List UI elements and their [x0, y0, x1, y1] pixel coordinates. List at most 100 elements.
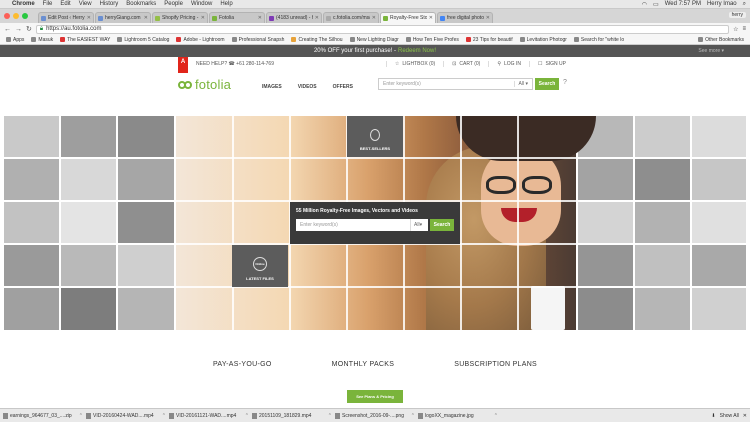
- signup-link[interactable]: ☐ SIGN UP: [528, 61, 574, 67]
- stock-thumbnail[interactable]: [4, 116, 59, 157]
- stock-thumbnail[interactable]: [692, 288, 746, 330]
- profile-button[interactable]: herry: [728, 12, 746, 18]
- bookmark[interactable]: Creating The Silhou: [289, 37, 344, 43]
- menu-people[interactable]: People: [164, 1, 183, 7]
- user-name[interactable]: Herry Imao: [707, 1, 737, 7]
- bookmark[interactable]: New Lighting Diagr: [348, 37, 401, 43]
- browser-tab[interactable]: herryGiang.com Site Overv✕: [95, 12, 151, 23]
- chevron-down-icon[interactable]: ⌃: [162, 413, 166, 419]
- tab-subscription-plans[interactable]: SUBSCRIPTION PLANS: [454, 361, 537, 368]
- menu-window[interactable]: Window: [191, 1, 212, 7]
- browser-tab[interactable]: (4183 unread) - herryGao✕: [266, 12, 322, 23]
- browser-tab-active[interactable]: Royalty-Free Stock Photos✕: [380, 12, 436, 23]
- stock-thumbnail[interactable]: [578, 288, 633, 330]
- menu-help[interactable]: Help: [220, 1, 232, 7]
- bookmark[interactable]: Masuk: [29, 37, 55, 43]
- stock-thumbnail[interactable]: [4, 245, 59, 286]
- stock-thumbnail[interactable]: [61, 245, 116, 286]
- stock-thumbnail[interactable]: [635, 288, 690, 330]
- hero-search-button[interactable]: Search: [430, 219, 454, 231]
- cart-link[interactable]: ⊡ CART (0): [443, 61, 488, 67]
- stock-thumbnail[interactable]: [61, 202, 116, 243]
- stock-thumbnail[interactable]: [118, 202, 174, 243]
- search-type-select[interactable]: All ▾: [513, 81, 532, 87]
- browser-tab[interactable]: Edit Post ‹ Herry Tjiang —✕: [38, 12, 94, 23]
- stock-thumbnail[interactable]: [578, 159, 633, 200]
- close-tab-icon[interactable]: ✕: [258, 15, 262, 21]
- stock-thumbnail[interactable]: [118, 245, 174, 286]
- login-link[interactable]: ⚲ LOG IN: [488, 61, 529, 67]
- menu-file[interactable]: File: [43, 1, 53, 7]
- lightbox-link[interactable]: ☆ LIGHTBOX (0): [385, 61, 443, 67]
- bookmark[interactable]: Lightroom 5 Catalog: [115, 37, 171, 43]
- other-bookmarks[interactable]: Other Bookmarks: [696, 37, 746, 43]
- chevron-down-icon[interactable]: ⌃: [328, 413, 332, 419]
- latest-files-tile[interactable]: Online LATEST FILES: [232, 245, 288, 287]
- see-more-link[interactable]: See more ▾: [698, 48, 724, 54]
- menu-icon[interactable]: ≡: [742, 26, 746, 32]
- show-all-downloads[interactable]: ⬇ Show All ✕: [711, 413, 747, 419]
- battery-icon[interactable]: ▭: [653, 1, 659, 8]
- best-sellers-tile[interactable]: BEST-SELLERS: [347, 116, 403, 157]
- header-search-input[interactable]: Enter keyword(s) All ▾: [378, 78, 533, 90]
- chevron-down-icon[interactable]: ⌃: [245, 413, 249, 419]
- nav-videos[interactable]: VIDEOS: [298, 84, 317, 90]
- close-icon[interactable]: ✕: [743, 413, 747, 419]
- close-tab-icon[interactable]: ✕: [87, 15, 91, 21]
- search-icon[interactable]: ⌕: [743, 1, 746, 8]
- browser-tab[interactable]: c.fotolia.com/ms/ab0e/9ebc✕: [323, 12, 379, 23]
- bookmark[interactable]: Professional Snapsh: [230, 37, 287, 43]
- search-placeholder[interactable]: Enter keyword(s): [383, 81, 514, 87]
- close-tab-icon[interactable]: ✕: [315, 15, 319, 21]
- bookmark-apps[interactable]: Apps: [4, 37, 26, 43]
- stock-thumbnail[interactable]: [118, 159, 174, 200]
- nav-images[interactable]: IMAGES: [262, 84, 282, 90]
- nav-offers[interactable]: OFFERS: [333, 84, 353, 90]
- bookmark[interactable]: The EASIEST WAY: [58, 37, 112, 43]
- bookmark[interactable]: 23 Tips for beautif: [464, 37, 515, 43]
- stock-thumbnail[interactable]: [578, 245, 633, 286]
- stock-thumbnail[interactable]: [118, 288, 174, 330]
- address-bar[interactable]: 🔒︎ https://au.fotolia.com: [35, 24, 730, 34]
- help-icon[interactable]: ?: [563, 79, 567, 86]
- stock-thumbnail[interactable]: [4, 288, 59, 330]
- close-tab-icon[interactable]: ✕: [486, 15, 490, 21]
- address-text[interactable]: https://au.fotolia.com: [46, 26, 101, 32]
- close-tab-icon[interactable]: ✕: [429, 15, 433, 21]
- download-item[interactable]: VID-20161121-WAD....mp4 ⌃: [169, 412, 249, 419]
- bookmark[interactable]: Search for "white lo: [572, 37, 626, 43]
- browser-tab[interactable]: Fotolia ✕: [209, 12, 265, 23]
- browser-tab[interactable]: free digital photo net - Go✕: [437, 12, 493, 23]
- close-window-icon[interactable]: [4, 13, 10, 19]
- download-item[interactable]: 20151109_181829.mp4 ⌃: [252, 412, 332, 419]
- zoom-window-icon[interactable]: [22, 13, 28, 19]
- hero-search-type-select[interactable]: All ▾: [410, 219, 428, 231]
- tab-pay-as-you-go[interactable]: PAY-AS-YOU-GO: [213, 361, 272, 368]
- hero-search-input[interactable]: Enter keyword(s): [296, 219, 410, 231]
- chevron-down-icon[interactable]: ⌃: [494, 413, 498, 419]
- stock-thumbnail[interactable]: [61, 288, 116, 330]
- stock-thumbnail[interactable]: [4, 159, 59, 200]
- stock-thumbnail[interactable]: [578, 202, 633, 243]
- download-item[interactable]: logoXX_magazine.jpg ⌃: [418, 412, 498, 419]
- forward-icon[interactable]: →: [15, 26, 22, 33]
- stock-thumbnail[interactable]: [4, 202, 59, 243]
- menu-history[interactable]: History: [100, 1, 119, 7]
- menu-edit[interactable]: Edit: [60, 1, 70, 7]
- header-search-button[interactable]: Search: [535, 78, 559, 90]
- back-icon[interactable]: ←: [4, 26, 11, 33]
- stock-thumbnail[interactable]: [61, 116, 116, 157]
- stock-thumbnail[interactable]: [692, 202, 746, 243]
- stock-thumbnail[interactable]: [635, 245, 690, 286]
- menu-app-name[interactable]: Chrome: [12, 1, 35, 7]
- tab-monthly-packs[interactable]: MONTHLY PACKS: [332, 361, 395, 368]
- stock-thumbnail[interactable]: [692, 116, 746, 157]
- close-tab-icon[interactable]: ✕: [372, 15, 376, 21]
- stock-thumbnail[interactable]: [61, 159, 116, 200]
- download-item[interactable]: Screenshot_2016-09-....png ⌃: [335, 412, 415, 419]
- stock-thumbnail[interactable]: [118, 116, 174, 157]
- chevron-down-icon[interactable]: ⌃: [411, 413, 415, 419]
- bookmark[interactable]: Adobe - Lightroom: [174, 37, 226, 43]
- clock[interactable]: Wed 7:57 PM: [665, 1, 701, 7]
- stock-thumbnail[interactable]: [692, 159, 746, 200]
